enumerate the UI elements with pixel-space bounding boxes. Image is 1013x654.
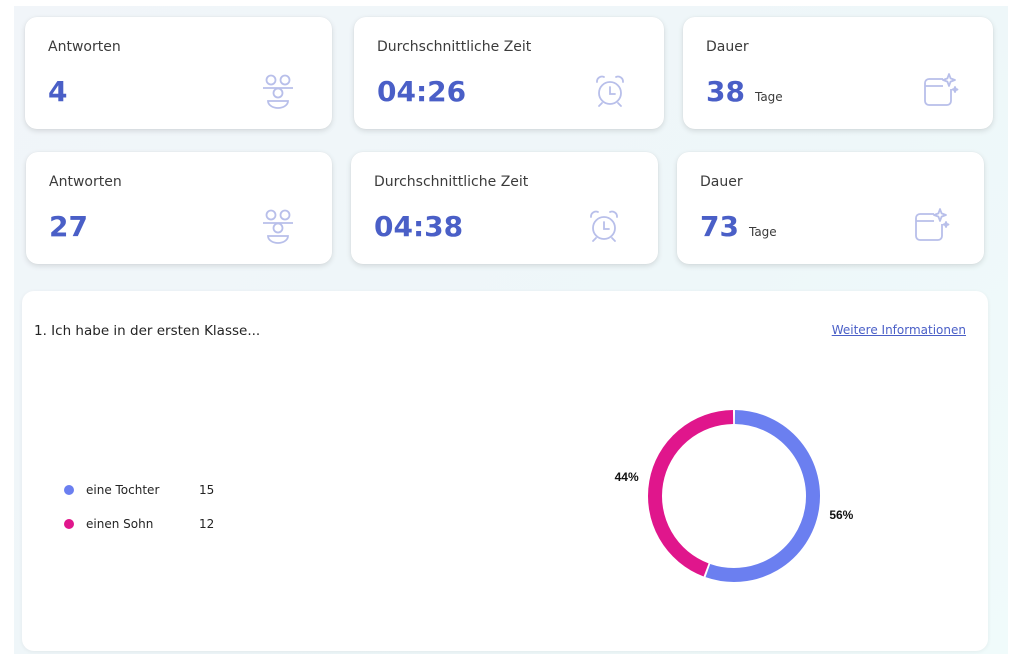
stat-value: 04:38 [374, 210, 464, 243]
stat-value: 4 [48, 75, 68, 108]
stat-card-responses: Antworten 27 [26, 152, 332, 264]
stat-card-responses: Antworten 4 [25, 17, 332, 129]
people-icon [258, 71, 298, 111]
stat-card-duration: Dauer 73 Tage [677, 152, 984, 264]
stat-value: 73 Tage [700, 210, 777, 243]
people-icon [258, 206, 298, 246]
stat-card-average-time: Durchschnittliche Zeit 04:38 [351, 152, 658, 264]
stat-card-duration: Dauer 38 Tage [683, 17, 993, 129]
calendar-sparkle-icon [910, 206, 950, 246]
stat-unit: Tage [754, 90, 783, 104]
stat-label: Dauer [706, 39, 749, 55]
stat-label: Dauer [700, 174, 743, 190]
alarm-clock-icon [590, 71, 630, 111]
stat-value: 04:26 [377, 75, 467, 108]
stat-unit: Tage [748, 225, 777, 239]
donut-slice-1[interactable] [705, 410, 820, 582]
alarm-clock-icon [584, 206, 624, 246]
question-panel: 1. Ich habe in der ersten Klasse... Weit… [22, 291, 988, 651]
slice-percent-label: 56% [829, 508, 853, 522]
donut-slice-2[interactable] [648, 410, 734, 577]
stat-value: 38 Tage [706, 75, 783, 108]
calendar-sparkle-icon [919, 71, 959, 111]
stat-label: Durchschnittliche Zeit [377, 39, 532, 55]
stat-value: 27 [49, 210, 88, 243]
stat-label: Durchschnittliche Zeit [374, 174, 529, 190]
slice-percent-label: 44% [615, 470, 639, 484]
stat-label: Antworten [48, 39, 121, 55]
stat-card-average-time: Durchschnittliche Zeit 04:26 [354, 17, 664, 129]
donut-chart: 56% 44% [615, 410, 854, 582]
stat-label: Antworten [49, 174, 122, 190]
